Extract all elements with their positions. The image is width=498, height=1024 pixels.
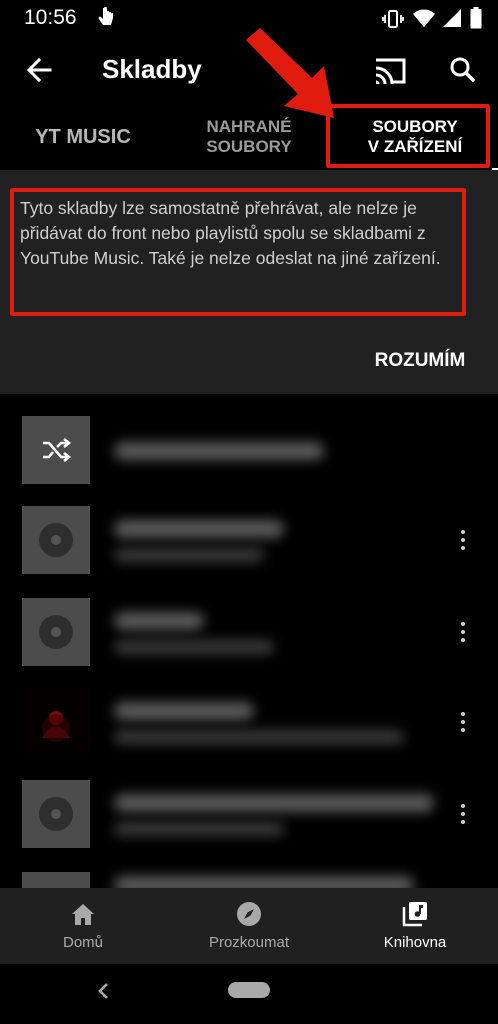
music-disc-icon — [22, 780, 90, 848]
more-vert-icon — [461, 712, 465, 716]
search-icon — [450, 57, 475, 82]
library-icon — [402, 902, 427, 927]
blurred-title — [114, 520, 284, 538]
list-item[interactable] — [0, 678, 498, 766]
tab-label-line2: SOUBORY — [206, 137, 292, 156]
search-button[interactable] — [440, 50, 484, 90]
tab-label: YT MUSIC — [35, 126, 131, 148]
more-options-button[interactable] — [452, 520, 474, 560]
blurred-title — [114, 702, 254, 720]
vibrate-icon — [382, 10, 404, 28]
album-art — [22, 688, 90, 756]
blurred-subtitle — [114, 822, 284, 836]
more-vert-icon — [461, 530, 465, 534]
nav-label: Knihovna — [383, 934, 447, 951]
more-vert-icon — [461, 804, 465, 808]
compass-icon — [237, 902, 261, 926]
blurred-title — [114, 612, 204, 630]
blurred-title — [114, 442, 324, 460]
shuffle-icon — [43, 437, 72, 463]
more-options-button[interactable] — [452, 702, 474, 742]
shuffle-thumb — [22, 416, 90, 484]
more-vert-icon — [461, 622, 465, 626]
arrow-back-icon — [26, 57, 52, 83]
cell-signal-icon — [443, 9, 461, 27]
album-art-image — [22, 688, 90, 756]
status-time: 10:56 — [24, 6, 77, 29]
cast-button[interactable] — [368, 50, 412, 90]
nav-library[interactable]: Knihovna — [332, 888, 498, 964]
list-item[interactable] — [0, 496, 498, 584]
list-item[interactable] — [0, 770, 498, 858]
page-title: Skladby — [102, 54, 202, 84]
dismiss-button[interactable]: ROZUMÍM — [360, 342, 480, 380]
system-home-pill[interactable] — [228, 982, 270, 998]
nav-label: Domů — [62, 934, 103, 951]
wifi-icon — [413, 9, 435, 27]
list-item[interactable] — [0, 862, 498, 888]
list-item[interactable] — [0, 588, 498, 676]
more-options-button[interactable] — [452, 794, 474, 834]
red-arrow-annotation — [246, 28, 334, 118]
more-options-button[interactable] — [452, 612, 474, 652]
blurred-subtitle — [114, 730, 404, 744]
blurred-title — [114, 794, 434, 812]
nav-explore[interactable]: Prozkoumat — [166, 888, 332, 964]
highlight-box-banner — [10, 188, 466, 316]
highlight-box-tab — [326, 104, 490, 168]
shuffle-row[interactable] — [0, 406, 498, 494]
nav-home[interactable]: Domů — [0, 888, 166, 964]
touch-hand-icon — [98, 6, 113, 25]
blurred-subtitle — [114, 548, 264, 562]
music-disc-icon — [22, 598, 90, 666]
nav-label: Prozkoumat — [208, 934, 290, 951]
music-disc-icon — [22, 506, 90, 574]
system-back-icon[interactable] — [92, 976, 116, 1006]
home-icon — [72, 904, 94, 925]
cast-icon — [375, 58, 406, 85]
music-disc-icon — [22, 872, 90, 888]
battery-icon — [470, 7, 482, 29]
blurred-title — [114, 876, 414, 888]
tab-yt-music[interactable]: YT MUSIC — [0, 106, 166, 168]
back-button[interactable] — [20, 50, 60, 90]
blurred-subtitle — [114, 640, 274, 654]
